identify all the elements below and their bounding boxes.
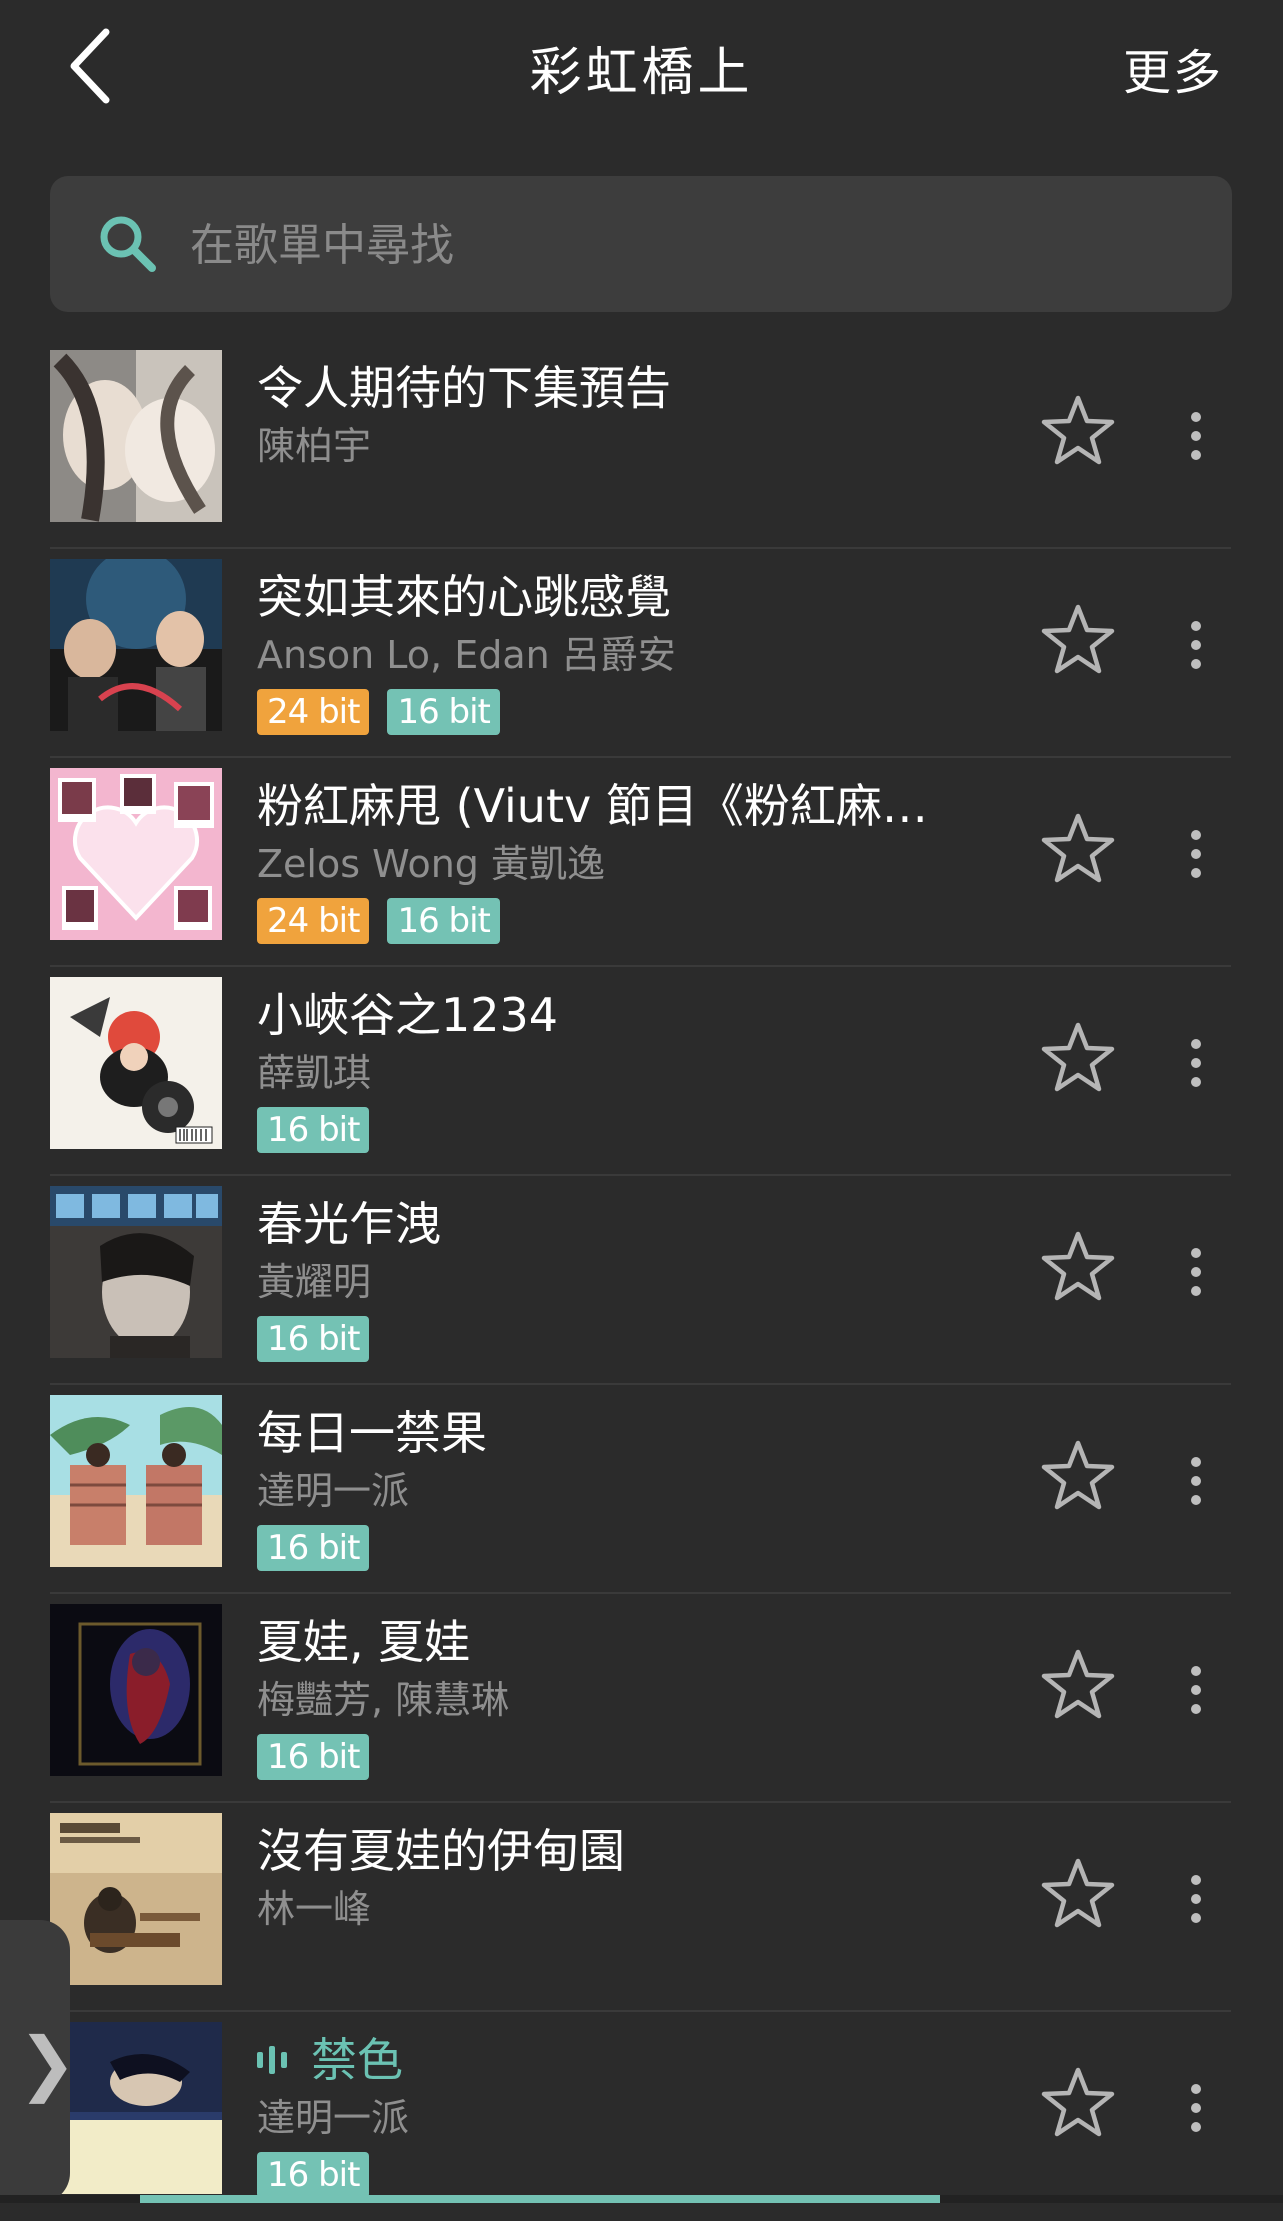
song-title: 粉紅麻甩 (Viutv 節目《粉紅麻… <box>257 779 928 833</box>
quality-badge-16bit: 16 bit <box>387 689 500 735</box>
side-drawer-handle[interactable]: ❯ <box>0 1920 77 2203</box>
favorite-star-icon[interactable] <box>1040 394 1116 466</box>
quality-badges: 16 bit <box>257 2152 977 2198</box>
more-options-icon[interactable] <box>1184 621 1208 681</box>
song-info: 令人期待的下集預告 陳柏宇 <box>257 358 977 472</box>
favorite-star-icon[interactable] <box>1040 1021 1116 1093</box>
song-title: 夏娃, 夏娃 <box>257 1615 471 1669</box>
song-artist: 達明一派 <box>257 1469 410 1513</box>
song-title: 春光乍洩 <box>257 1197 441 1251</box>
song-artist: 陳柏宇 <box>257 424 372 468</box>
song-row-now-playing[interactable]: 禁色 達明一派 16 bit <box>0 2012 1283 2221</box>
song-artist: 梅豔芳, 陳慧琳 <box>257 1678 510 1722</box>
more-options-icon[interactable] <box>1184 2084 1208 2144</box>
more-options-icon[interactable] <box>1184 830 1208 890</box>
quality-badge-24bit: 24 bit <box>257 898 370 944</box>
header: 彩虹橋上 更多 <box>0 0 1283 140</box>
song-title: 禁色 <box>311 2033 403 2087</box>
song-title: 令人期待的下集預告 <box>257 361 671 415</box>
quality-badges: 16 bit <box>257 1525 977 1571</box>
quality-badge-16bit: 16 bit <box>257 1734 370 1780</box>
song-artist: 薛凱琪 <box>257 1051 372 1095</box>
song-row[interactable]: 每日一禁果 達明一派 16 bit <box>0 1385 1283 1594</box>
favorite-star-icon[interactable] <box>1040 1230 1116 1302</box>
quality-badge-16bit: 16 bit <box>257 1316 370 1362</box>
song-artist: 黃耀明 <box>257 1260 372 1304</box>
song-artist: Anson Lo, Edan 呂爵安 <box>257 633 676 677</box>
song-info: 禁色 達明一派 16 bit <box>257 2030 977 2198</box>
song-title-row: 禁色 <box>257 2030 977 2090</box>
album-cover <box>50 977 222 1149</box>
quality-badges: 16 bit <box>257 1316 977 1362</box>
favorite-star-icon[interactable] <box>1040 2066 1116 2138</box>
song-row[interactable]: 突如其來的心跳感覺 Anson Lo, Edan 呂爵安 24 bit 16 b… <box>0 549 1283 758</box>
song-info: 粉紅麻甩 (Viutv 節目《粉紅麻… Zelos Wong 黃凱逸 24 bi… <box>257 776 977 944</box>
favorite-star-icon[interactable] <box>1040 603 1116 675</box>
quality-badge-16bit: 16 bit <box>257 2152 370 2198</box>
song-row[interactable]: 小峽谷之1234 薛凱琪 16 bit <box>0 967 1283 1176</box>
favorite-star-icon[interactable] <box>1040 812 1116 884</box>
song-row[interactable]: 沒有夏娃的伊甸園 林一峰 <box>0 1803 1283 2012</box>
page-title: 彩虹橋上 <box>529 43 754 103</box>
album-cover <box>50 1395 222 1567</box>
chevron-right-icon: ❯ <box>18 2022 77 2104</box>
quality-badge-16bit: 16 bit <box>387 898 500 944</box>
favorite-star-icon[interactable] <box>1040 1857 1116 1929</box>
more-options-icon[interactable] <box>1184 1039 1208 1099</box>
song-info: 春光乍洩 黃耀明 16 bit <box>257 1194 977 1362</box>
more-button[interactable]: 更多 <box>1123 33 1223 103</box>
favorite-star-icon[interactable] <box>1040 1439 1116 1511</box>
album-cover <box>50 768 222 940</box>
song-info: 夏娃, 夏娃 梅豔芳, 陳慧琳 16 bit <box>257 1612 977 1780</box>
search-input[interactable] <box>188 206 1092 284</box>
song-artist: 林一峰 <box>257 1887 372 1931</box>
more-options-icon[interactable] <box>1184 412 1208 472</box>
song-info: 每日一禁果 達明一派 16 bit <box>257 1403 977 1571</box>
song-row[interactable]: 夏娃, 夏娃 梅豔芳, 陳慧琳 16 bit <box>0 1594 1283 1803</box>
quality-badges: 24 bit 16 bit <box>257 898 977 944</box>
album-cover <box>50 1813 222 1985</box>
more-options-icon[interactable] <box>1184 1457 1208 1517</box>
album-cover <box>50 559 222 731</box>
more-options-icon[interactable] <box>1184 1248 1208 1308</box>
quality-badges: 16 bit <box>257 1107 977 1153</box>
quality-badge-16bit: 16 bit <box>257 1107 370 1153</box>
quality-badge-16bit: 16 bit <box>257 1525 370 1571</box>
song-title: 沒有夏娃的伊甸園 <box>257 1824 625 1878</box>
album-cover <box>50 350 222 522</box>
album-cover <box>50 1604 222 1776</box>
quality-badges: 24 bit 16 bit <box>257 689 977 735</box>
song-info: 突如其來的心跳感覺 Anson Lo, Edan 呂爵安 24 bit 16 b… <box>257 567 977 735</box>
song-info: 小峽谷之1234 薛凱琪 16 bit <box>257 985 977 1153</box>
song-row[interactable]: 粉紅麻甩 (Viutv 節目《粉紅麻… Zelos Wong 黃凱逸 24 bi… <box>0 758 1283 967</box>
search-icon <box>96 212 160 276</box>
song-row[interactable]: 春光乍洩 黃耀明 16 bit <box>0 1176 1283 1385</box>
song-row[interactable]: 令人期待的下集預告 陳柏宇 <box>0 340 1283 549</box>
search-bar[interactable] <box>50 176 1232 312</box>
favorite-star-icon[interactable] <box>1040 1648 1116 1720</box>
scroll-indicator <box>0 2195 1283 2203</box>
song-artist: Zelos Wong 黃凱逸 <box>257 842 605 886</box>
more-options-icon[interactable] <box>1184 1875 1208 1935</box>
song-artist: 達明一派 <box>257 2096 410 2140</box>
more-options-icon[interactable] <box>1184 1666 1208 1726</box>
song-title: 每日一禁果 <box>257 1406 487 1460</box>
song-title: 小峽谷之1234 <box>257 988 559 1042</box>
quality-badges: 16 bit <box>257 1734 977 1780</box>
album-cover <box>50 1186 222 1358</box>
scroll-indicator-fill <box>140 2195 940 2203</box>
quality-badge-24bit: 24 bit <box>257 689 370 735</box>
song-title: 突如其來的心跳感覺 <box>257 570 671 624</box>
song-info: 沒有夏娃的伊甸園 林一峰 <box>257 1821 977 1935</box>
now-playing-equalizer-icon <box>257 2030 287 2090</box>
song-list: 令人期待的下集預告 陳柏宇 突如其來的心跳感覺 Anson Lo, Edan 呂… <box>0 340 1283 2221</box>
